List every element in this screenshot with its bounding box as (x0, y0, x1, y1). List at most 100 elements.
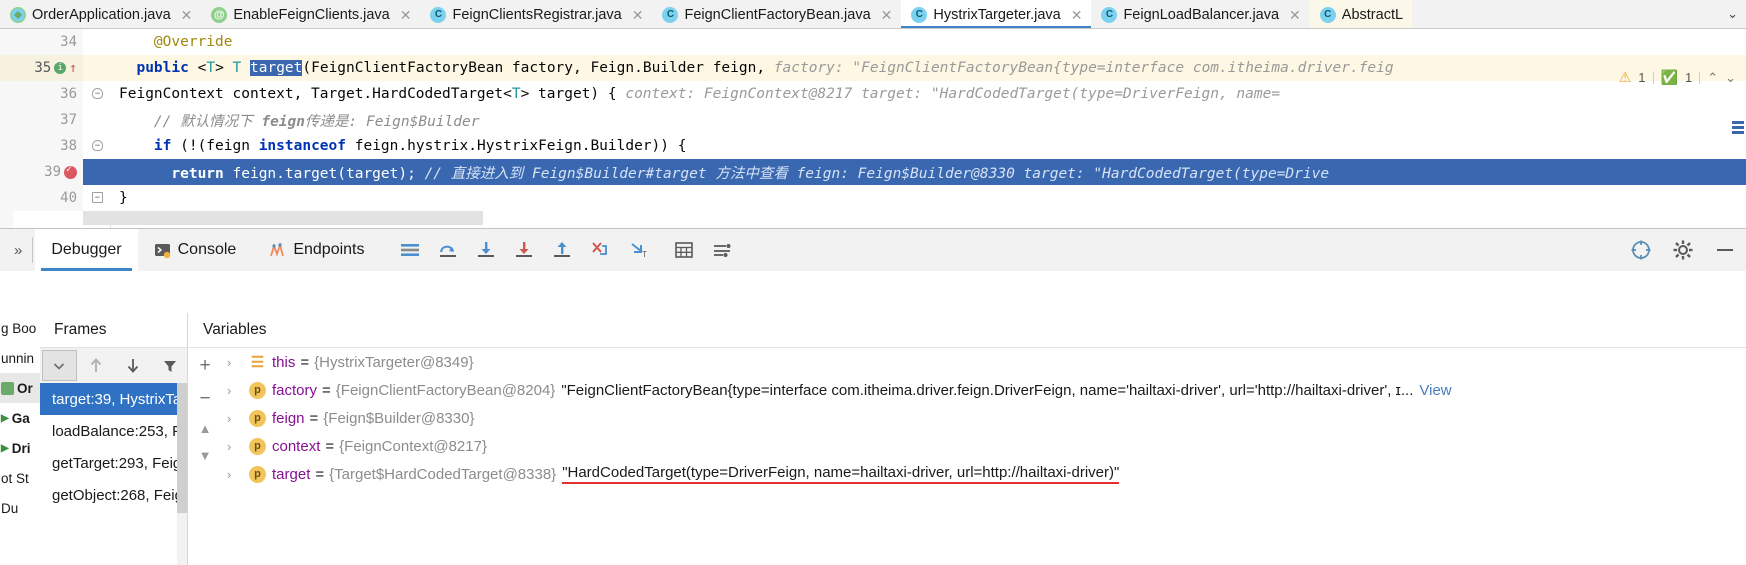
editor-tab-hystrixtargeter[interactable]: C HystrixTargeter.java ✕ (901, 0, 1092, 28)
view-link[interactable]: View (1413, 382, 1451, 399)
line-number: 37 (60, 112, 77, 128)
line-gutter[interactable]: 40 (0, 185, 83, 211)
settings-target-icon[interactable] (1630, 239, 1652, 261)
inlay-hint-feign: feign: Feign$Builder@8330 (787, 165, 1024, 182)
breakpoint-icon[interactable] (64, 164, 77, 179)
frame-item-gettarget[interactable]: getTarget:293, Feig (40, 447, 187, 479)
thread-selector-icon[interactable] (42, 350, 77, 381)
close-icon[interactable]: ✕ (181, 8, 193, 22)
line-gutter[interactable]: 36 (0, 81, 83, 107)
line-gutter[interactable]: 38 (0, 133, 83, 159)
list-item[interactable]: ▶ Ga (0, 403, 40, 433)
list-item[interactable]: ▶ Dri (0, 433, 40, 463)
chevron-right-icon[interactable]: › (227, 355, 249, 370)
step-over-icon[interactable] (429, 229, 467, 271)
variable-row-context[interactable]: › p context = {FeignContext@8217} (221, 432, 1746, 460)
force-step-into-icon[interactable] (505, 229, 543, 271)
frame-item-loadbalance[interactable]: loadBalance:253, F (40, 415, 187, 447)
step-into-icon[interactable] (467, 229, 505, 271)
frame-item-getobject[interactable]: getObject:268, Feig (40, 479, 187, 511)
up-arrow-icon[interactable]: ↑ (69, 62, 77, 75)
line-gutter[interactable]: 34 (0, 29, 83, 55)
folded-code-placeholder[interactable] (83, 211, 483, 225)
scrollbar-thumb[interactable] (177, 383, 187, 513)
variable-value: {FeignClientFactoryBean@8204} (335, 381, 556, 399)
close-icon[interactable]: ✕ (632, 8, 644, 22)
debug-action-toolbar: T (381, 229, 741, 271)
frame-item-target[interactable]: target:39, HystrixTa (40, 383, 187, 415)
down-stack-icon[interactable] (116, 350, 151, 381)
editor-tab-label: OrderApplication.java (32, 6, 171, 23)
fold-region[interactable]: − (83, 81, 113, 107)
remove-watch-icon[interactable]: − (199, 389, 210, 408)
drop-frame-icon[interactable] (581, 229, 619, 271)
variable-row-target[interactable]: › p target = {Target$HardCodedTarget@833… (221, 460, 1746, 488)
fold-collapse-icon[interactable]: − (92, 192, 103, 203)
editor-scrollbar-markers[interactable] (1732, 121, 1744, 136)
inspection-widget[interactable]: ⚠ 1 ✅ 1 ⌃ ⌄ (1619, 69, 1736, 86)
endpoints-tab-label: Endpoints (293, 241, 365, 258)
layout-lines-icon[interactable] (391, 229, 429, 271)
variable-row-feign[interactable]: › p feign = {Feign$Builder@8330} (221, 404, 1746, 432)
close-icon[interactable]: ✕ (400, 8, 412, 22)
add-watch-icon[interactable]: + (199, 356, 210, 375)
editor-tab-enablefeignclients[interactable]: @ EnableFeignClients.java ✕ (201, 0, 421, 28)
list-item[interactable]: Du (0, 493, 40, 523)
editor-tab-feignloadbalancer[interactable]: C FeignLoadBalancer.java ✕ (1091, 0, 1310, 28)
run-to-cursor-icon[interactable]: T (619, 229, 657, 271)
up-stack-icon[interactable] (79, 350, 114, 381)
green-dot-icon[interactable]: i (54, 62, 67, 74)
close-icon[interactable]: ✕ (881, 8, 893, 22)
move-up-icon[interactable]: ▲ (199, 422, 212, 435)
editor-tab-orderapplication[interactable]: OrderApplication.java ✕ (0, 0, 202, 28)
chevron-down-icon[interactable]: ⌄ (1719, 0, 1746, 28)
list-item[interactable]: unnin (0, 343, 40, 373)
editor-tab-abstractl[interactable]: C AbstractL (1309, 0, 1413, 28)
chevron-up-icon[interactable]: ⌃ (1707, 70, 1718, 86)
chevron-right-icon[interactable]: › (227, 383, 249, 398)
variable-row-this[interactable]: › ☰ this = {HystrixTargeter@8349} (221, 348, 1746, 376)
line-gutter[interactable]: 37 (0, 107, 83, 133)
evaluate-expression-icon[interactable] (665, 229, 703, 271)
list-item[interactable]: g Boo (0, 313, 40, 343)
code-text: } (113, 190, 1746, 206)
expand-chevron-icon[interactable]: » (4, 242, 30, 259)
mute-breakpoints-icon[interactable] (703, 229, 741, 271)
tab-debugger[interactable]: Debugger (35, 229, 138, 271)
move-down-icon[interactable]: ▼ (199, 449, 212, 462)
close-icon[interactable]: ✕ (1289, 8, 1301, 22)
method-signature: (FeignClientFactoryBean factory, Feign.B… (302, 60, 766, 76)
fold-region[interactable]: − (83, 185, 113, 211)
code-editor[interactable]: 34 @Override 35 i ↑ public <T> T target(… (0, 29, 1746, 228)
list-item[interactable]: ot St (0, 463, 40, 493)
fold-region[interactable] (83, 107, 113, 133)
close-icon[interactable]: ✕ (1071, 8, 1083, 22)
line-gutter[interactable]: 39 (0, 159, 83, 185)
tab-console[interactable]: Console (138, 229, 253, 271)
step-out-icon[interactable] (543, 229, 581, 271)
chevron-right-icon[interactable]: › (227, 439, 249, 454)
fold-collapse-icon[interactable]: − (92, 140, 103, 151)
warning-triangle-icon[interactable]: ⚠ (1619, 69, 1632, 86)
inlay-hint-target-name: target (1023, 165, 1076, 182)
tab-endpoints[interactable]: Endpoints (252, 229, 380, 271)
variable-name: this (272, 353, 296, 371)
line-gutter[interactable]: 35 i ↑ (0, 55, 83, 81)
chevron-right-icon[interactable]: › (227, 411, 249, 426)
minimize-icon[interactable] (1714, 239, 1736, 261)
fold-region[interactable]: − (83, 133, 113, 159)
chevron-down-icon[interactable]: ⌄ (1725, 70, 1736, 86)
fold-collapse-icon[interactable]: − (92, 88, 103, 99)
inspection-ok-icon[interactable]: ✅ (1661, 69, 1678, 86)
frames-scrollbar[interactable] (177, 383, 187, 565)
fold-region[interactable] (83, 29, 113, 55)
fold-region[interactable] (83, 159, 113, 185)
editor-tab-feignclientfactorybean[interactable]: C FeignClientFactoryBean.java ✕ (652, 0, 902, 28)
chevron-right-icon[interactable]: › (227, 467, 249, 482)
fold-region[interactable] (83, 55, 113, 81)
editor-tab-feignclientsregistrar[interactable]: C FeignClientsRegistrar.java ✕ (420, 0, 653, 28)
list-item[interactable]: Or (0, 373, 40, 403)
variable-row-factory[interactable]: › p factory = {FeignClientFactoryBean@82… (221, 376, 1746, 404)
gear-icon[interactable] (1672, 239, 1694, 261)
filter-icon[interactable] (152, 350, 187, 381)
